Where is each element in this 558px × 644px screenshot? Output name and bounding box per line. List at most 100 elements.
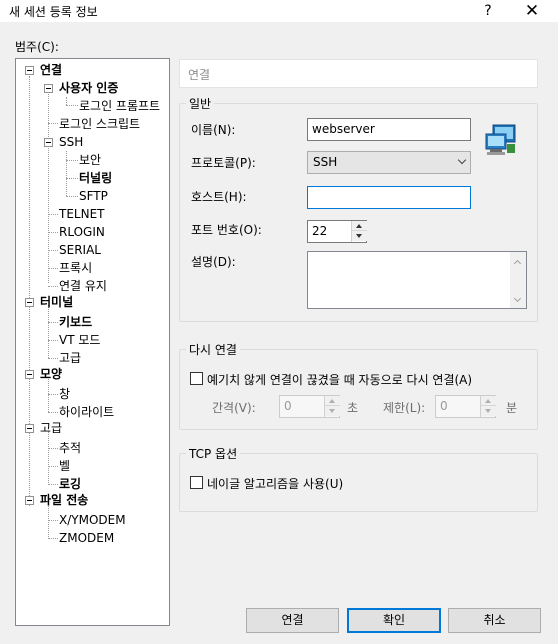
name-label: 이름(N): [191, 123, 236, 137]
spin-down-icon[interactable] [481, 406, 496, 416]
tree-line [48, 286, 58, 287]
port-spinner[interactable]: 22 [307, 220, 367, 243]
tree-line [48, 250, 58, 251]
connect-button[interactable]: 연결 [246, 608, 339, 633]
protocol-select[interactable]: SSH [307, 151, 471, 174]
tree-item-file-transfer[interactable]: 파일 전송 [40, 492, 88, 509]
nagle-label: 네이글 알고리즘을 사용(U) [207, 477, 344, 491]
collapse-icon[interactable] [25, 298, 34, 307]
tree-item-bell[interactable]: 벨 [59, 458, 70, 475]
tree-line [48, 358, 58, 359]
tree-line [48, 412, 58, 413]
port-spin-buttons [351, 221, 367, 242]
tree-item-logging[interactable]: 로깅 [59, 476, 81, 493]
interval-spin-buttons [324, 396, 340, 417]
tree-item-security[interactable]: 보안 [79, 152, 101, 169]
tree-line [48, 322, 58, 323]
tree-line [48, 520, 58, 521]
tree-line [66, 178, 78, 179]
tree-line [48, 123, 58, 124]
collapse-icon[interactable] [44, 138, 53, 147]
tree-item-sftp[interactable]: SFTP [79, 188, 108, 205]
collapse-icon[interactable] [25, 424, 34, 433]
nagle-checkbox[interactable] [190, 476, 203, 489]
tree-item-window[interactable]: 창 [59, 386, 70, 403]
spin-up-icon[interactable] [481, 396, 496, 406]
description-field[interactable] [307, 251, 527, 309]
tree-line [48, 484, 58, 485]
limit-spinner[interactable]: 0 [435, 395, 496, 418]
cancel-button[interactable]: 취소 [448, 608, 541, 633]
tree-line [48, 340, 58, 341]
host-label: 호스트(H): [191, 190, 247, 204]
port-value: 22 [312, 224, 328, 238]
tree-line [66, 151, 67, 196]
tree-item-terminal[interactable]: 터미널 [40, 294, 73, 311]
interval-spinner[interactable]: 0 [279, 395, 340, 418]
tree-line [48, 394, 58, 395]
tree-line [48, 538, 58, 539]
close-button[interactable]: ✕ [520, 0, 544, 22]
tree-item-zmodem[interactable]: ZMODEM [59, 530, 114, 547]
spin-down-icon[interactable] [325, 406, 340, 416]
tree-line [48, 89, 49, 283]
tree-line [66, 160, 78, 161]
tree-item-terminal-advanced[interactable]: 고급 [59, 350, 81, 367]
description-scrollbar[interactable] [510, 252, 526, 308]
tree-line [29, 76, 30, 506]
tree-item-vt-mode[interactable]: VT 모드 [59, 332, 100, 349]
host-field[interactable] [307, 186, 471, 209]
tree-line [48, 268, 58, 269]
limit-spin-buttons [480, 396, 496, 417]
tree-item-tunneling[interactable]: 터널링 [79, 170, 112, 187]
tree-line [48, 305, 49, 358]
tcp-group-title: TCP 옵션 [186, 445, 241, 462]
scroll-down-icon[interactable] [514, 296, 522, 304]
tree-item-serial[interactable]: SERIAL [59, 242, 101, 259]
general-group-title: 일반 [186, 95, 215, 112]
tree-line [48, 232, 58, 233]
tree-item-xymodem[interactable]: X/YMODEM [59, 512, 126, 529]
tree-item-proxy[interactable]: 프록시 [59, 260, 92, 277]
interval-unit: 초 [347, 401, 359, 415]
tree-item-appearance[interactable]: 모양 [40, 366, 62, 383]
help-button[interactable]: ? [478, 0, 498, 22]
spin-down-icon[interactable] [352, 231, 367, 241]
limit-label: 제한(L): [383, 401, 426, 415]
category-label: 범주(C): [15, 40, 59, 54]
scroll-up-icon[interactable] [514, 257, 522, 265]
name-field[interactable]: webserver [307, 118, 471, 141]
tree-item-rlogin[interactable]: RLOGIN [59, 224, 105, 241]
panel-header: 연결 [179, 59, 538, 88]
tree-item-advanced[interactable]: 고급 [40, 420, 62, 437]
interval-value: 0 [284, 399, 292, 413]
tree-line [48, 214, 58, 215]
tree-item-user-auth[interactable]: 사용자 인증 [59, 80, 118, 97]
tree-item-highlight[interactable]: 하이라이트 [59, 404, 114, 421]
collapse-icon[interactable] [25, 496, 34, 505]
reconnect-group-title: 다시 연결 [186, 341, 240, 358]
category-tree[interactable]: 연결 사용자 인증 로그인 프롬프트 로그인 스크립트 SSH 보안 터널링 S… [15, 58, 170, 626]
tree-item-login-prompt[interactable]: 로그인 프롬프트 [79, 98, 160, 115]
tree-item-keepalive[interactable]: 연결 유지 [59, 278, 107, 295]
tree-item-keyboard[interactable]: 키보드 [59, 314, 92, 331]
collapse-icon[interactable] [44, 84, 53, 93]
tree-item-trace[interactable]: 추적 [59, 440, 81, 457]
tree-item-telnet[interactable]: TELNET [59, 206, 105, 223]
tree-line [66, 196, 78, 197]
tree-item-login-script[interactable]: 로그인 스크립트 [59, 116, 140, 133]
tree-line [48, 448, 58, 449]
tree-item-connection[interactable]: 연결 [40, 62, 62, 79]
window-title: 새 세션 등록 정보 [9, 5, 98, 19]
auto-reconnect-checkbox[interactable] [190, 372, 203, 385]
title-bar: 새 세션 등록 정보 ? ✕ [0, 0, 558, 22]
spin-up-icon[interactable] [325, 396, 340, 406]
tree-line [66, 97, 67, 105]
tree-item-ssh[interactable]: SSH [59, 134, 83, 151]
protocol-label: 프로토콜(P): [191, 156, 256, 170]
spin-up-icon[interactable] [352, 221, 367, 231]
collapse-icon[interactable] [25, 370, 34, 379]
ok-button[interactable]: 확인 [347, 608, 441, 633]
collapse-icon[interactable] [25, 66, 34, 75]
session-icon [485, 124, 516, 155]
